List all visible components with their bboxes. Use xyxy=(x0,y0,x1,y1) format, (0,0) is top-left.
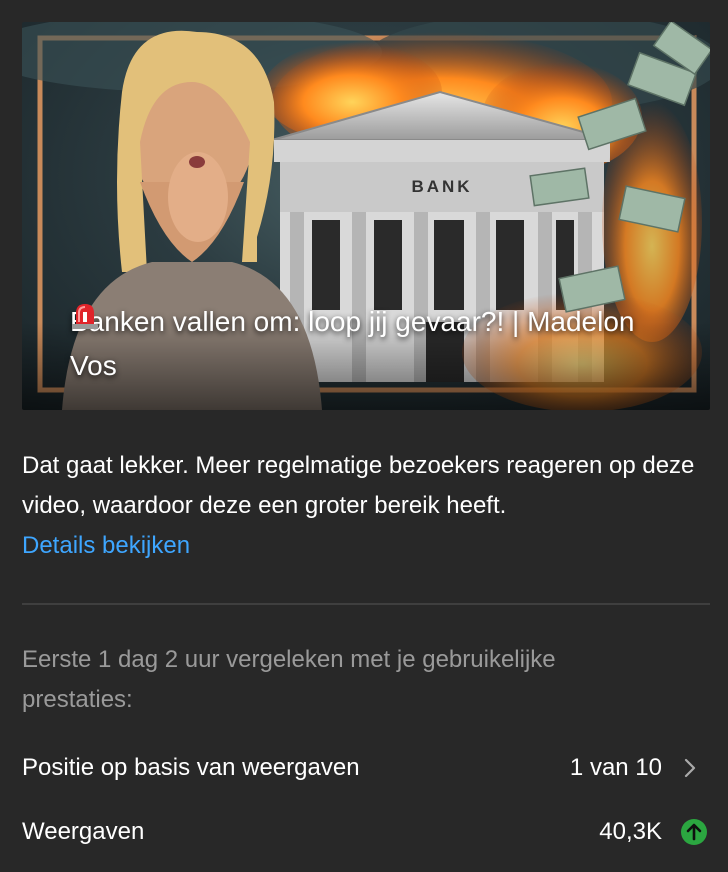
video-title: Banken vallen om: loop jij gevaar?! | Ma… xyxy=(70,300,670,388)
video-thumbnail[interactable]: BANK Banken vallen om: loop jij gevaar?!… xyxy=(22,22,710,410)
details-link[interactable]: Details bekijken xyxy=(22,526,190,566)
insight-message: Dat gaat lekker. Meer regelmatige bezoek… xyxy=(22,452,695,519)
video-title-text: Banken vallen om: loop jij gevaar?! | Ma… xyxy=(70,306,635,381)
metric-label: Weergaven xyxy=(22,818,145,845)
metric-value: 40,3K xyxy=(599,818,662,845)
siren-icon xyxy=(72,304,98,329)
metric-value: 1 van 10 xyxy=(569,754,662,781)
metric-row-position[interactable]: Positie op basis van weergaven 1 van 10 xyxy=(22,748,710,788)
bank-sign: BANK xyxy=(411,177,472,196)
chevron-right-icon[interactable] xyxy=(680,758,700,778)
metric-label: Positie op basis van weergaven xyxy=(22,754,360,781)
metric-row-views: Weergaven 40,3K xyxy=(22,812,710,852)
comparison-intro: Eerste 1 dag 2 uur vergeleken met je geb… xyxy=(22,646,556,713)
arrow-up-icon xyxy=(681,819,707,845)
divider xyxy=(22,603,710,605)
